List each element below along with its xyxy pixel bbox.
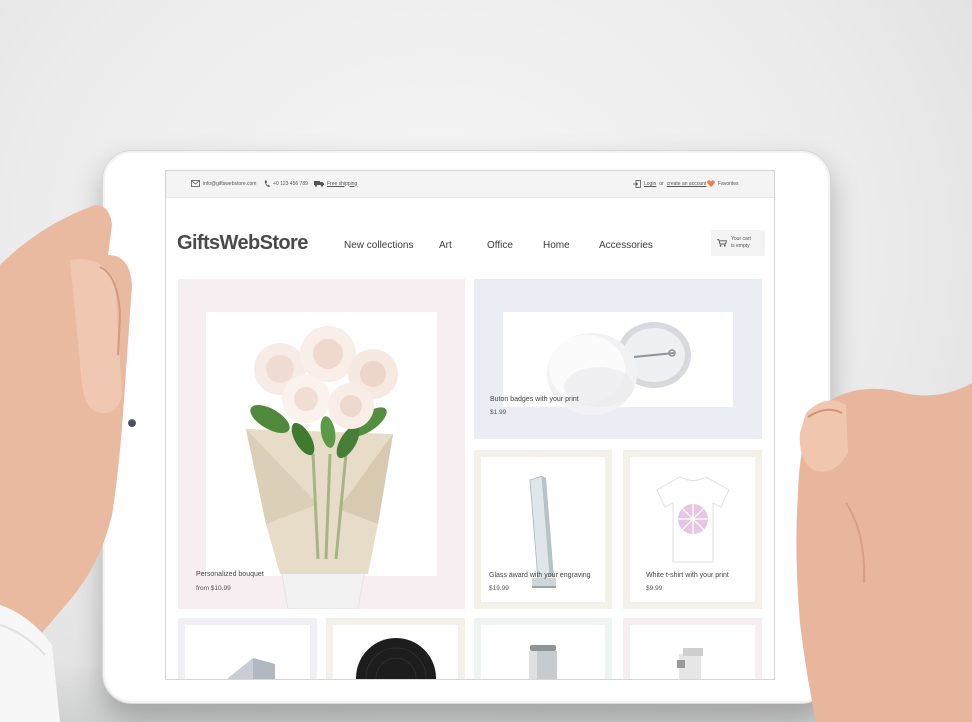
cart-line-2: is empty [731,243,750,249]
phone-text: +0 123 456 789 [273,181,308,187]
create-account-link[interactable]: create an account [667,181,707,187]
webstore-screen: info@giftswebstore.com +0 123 456 789 Fr… [165,170,775,680]
utility-bar: info@giftswebstore.com +0 123 456 789 Fr… [166,171,774,198]
nav-accessories[interactable]: Accessories [599,240,653,251]
cart-line-1: Your cart [731,236,751,242]
product-image-partial [228,658,275,679]
or-text: or [659,181,664,187]
shipping-link[interactable]: Free shipping [327,181,357,187]
product-tile-tshirt[interactable]: White t-shirt with your print $9.99 [623,450,762,609]
product-price: from $10.99 [196,585,231,592]
nav-home[interactable]: Home [543,240,570,251]
product-tile-partial[interactable] [623,618,762,679]
product-name[interactable]: Personalized bouquet [196,571,264,578]
favorites-link[interactable]: Favorites [707,180,739,187]
nav-office[interactable]: Office [487,240,513,251]
truck-icon [314,181,324,187]
right-hand [796,383,972,722]
product-name[interactable]: Buton badges with your print [490,396,579,403]
vinyl-record-image [356,638,436,679]
cart-status: Your cart is empty [731,236,761,250]
shipping-info[interactable]: Free shipping [314,180,357,187]
product-name[interactable]: Glass award with your engraving [489,572,591,579]
account-links: Login or create an account [633,180,706,188]
heart-icon [707,180,715,187]
thermos-image [529,645,557,679]
product-tile-partial[interactable] [326,618,465,679]
cart-widget[interactable]: Your cart is empty [711,230,765,256]
product-price: $19.99 [489,585,509,592]
nav-new-collections[interactable]: New collections [344,240,413,251]
left-hand [0,205,132,722]
email-text: info@giftswebstore.com [203,180,257,187]
tshirt-image [656,476,730,563]
product-name[interactable]: White t-shirt with your print [646,572,729,579]
bouquet-image [246,326,398,609]
contact-email[interactable]: info@giftswebstore.com [191,180,256,187]
product-tile-bouquet[interactable]: Personalized bouquet from $10.99 [178,279,465,609]
product-image-partial [677,648,703,679]
tablet-device: info@giftswebstore.com +0 123 456 789 Fr… [102,150,834,704]
login-link[interactable]: Login [644,181,656,187]
mail-icon [191,180,200,187]
phone-icon [264,180,270,187]
product-price: $1.99 [490,409,507,416]
product-price: $9.99 [646,585,663,592]
login-icon [633,180,641,188]
favorites-text: Favorites [718,180,739,187]
product-tile-award[interactable]: Glass award with your engraving $19.99 [474,450,612,609]
product-tile-partial[interactable] [474,618,612,679]
contact-phone[interactable]: +0 123 456 789 [264,180,308,188]
product-tile-badges[interactable]: Buton badges with your print $1.99 [474,279,762,439]
nav-art[interactable]: Art [439,240,452,251]
cart-icon [717,239,727,247]
product-tile-partial[interactable] [178,618,317,679]
store-logo[interactable]: GiftsWebStore [177,232,308,255]
